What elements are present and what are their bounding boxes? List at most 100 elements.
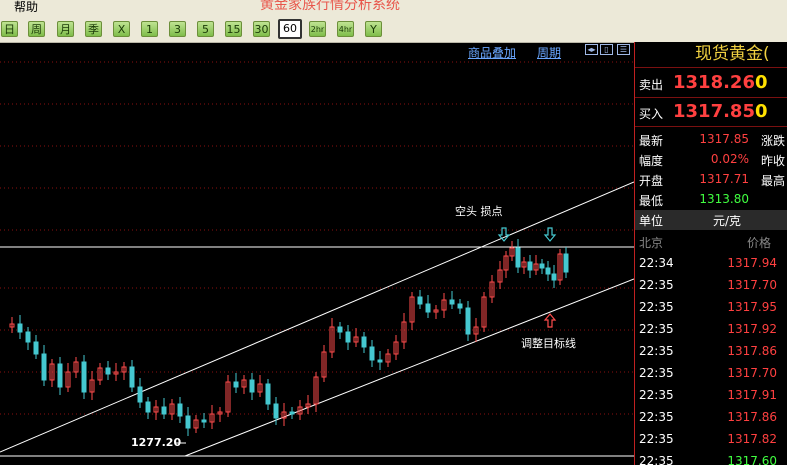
tick-time: 22:35 [639, 300, 674, 314]
candle-body [41, 353, 47, 381]
down-arrow-icon-2 [543, 227, 557, 242]
candle-body [425, 303, 431, 313]
quote-value: 1317.85 [699, 132, 749, 146]
period-3-button[interactable]: 3 [169, 21, 186, 37]
candle-body [265, 383, 271, 405]
candle-body [449, 299, 455, 305]
candle-body [417, 296, 423, 305]
tick-time: 22:35 [639, 322, 674, 336]
buy-label: 买入 [639, 107, 664, 121]
quote-key: 最新 [639, 134, 664, 148]
buy-row[interactable]: 买入 1317.85 0 [635, 98, 787, 127]
tick-price: 1317.86 [727, 410, 777, 424]
sell-qty: 0 [755, 72, 768, 93]
candle-body [361, 336, 367, 348]
menu-help[interactable]: 帮助 [14, 0, 38, 14]
buy-qty: 0 [755, 101, 768, 122]
tick-row: 22:35 1317.60 [635, 451, 787, 465]
quote-row: 最新 1317.85 涨跌 [635, 130, 787, 150]
tick-row: 22:35 1317.91 [635, 385, 787, 407]
nav-split-icon[interactable]: ▯ [600, 44, 613, 55]
tick-time-header: 北京 [639, 236, 664, 250]
quote-key-2: 涨跌 [761, 134, 786, 148]
tick-price: 1317.86 [727, 344, 777, 358]
tick-time: 22:35 [639, 344, 674, 358]
tick-row: 22:35 1317.70 [635, 363, 787, 385]
tick-row: 22:35 1317.86 [635, 407, 787, 429]
period-quarter-button[interactable]: 季 [85, 21, 102, 37]
period-day-button[interactable]: 日 [1, 21, 18, 37]
candle-body [233, 381, 239, 388]
tick-row: 22:35 1317.70 [635, 275, 787, 297]
candle-body [457, 303, 463, 309]
up-arrow-icon [543, 313, 557, 328]
menu-bar: 帮助 黄金家族行情分析系统 [0, 0, 787, 16]
period-5-button[interactable]: 5 [197, 21, 214, 37]
tick-price: 1317.60 [727, 454, 777, 465]
candle-body [33, 341, 39, 355]
period-30-button[interactable]: 30 [253, 21, 270, 37]
candle-body [377, 359, 383, 363]
period-1-button[interactable]: 1 [141, 21, 158, 37]
quote-key-2: 最高 [761, 174, 786, 188]
stop-loss-annotation: 空头 损点 [455, 205, 503, 218]
candle-body [545, 267, 551, 275]
candle-body [185, 415, 191, 429]
quote-row: 幅度 0.02% 昨收 [635, 150, 787, 170]
tick-row: 22:35 1317.82 [635, 429, 787, 451]
app-title: 黄金家族行情分析系统 [260, 0, 400, 13]
nav-menu-icon[interactable]: ☰ [617, 44, 630, 55]
period-15-button[interactable]: 15 [225, 21, 242, 37]
quote-value: 1313.80 [699, 192, 749, 206]
tick-price-header: 价格 [747, 236, 772, 250]
tick-time: 22:35 [639, 432, 674, 446]
candle-body [563, 253, 569, 273]
quote-key: 最低 [639, 194, 664, 208]
candle-body [249, 379, 255, 393]
period-4hr-button[interactable]: 4hr [337, 21, 354, 37]
tick-time: 22:35 [639, 366, 674, 380]
tick-price: 1317.94 [727, 256, 777, 270]
candlestick-chart[interactable] [0, 42, 634, 465]
quote-row: 最低 1313.80 [635, 190, 787, 210]
quote-panel: 现货黄金( 卖出 1318.26 0 买入 1317.85 0 最新 1317.8… [634, 42, 787, 465]
quote-value: 0.02% [710, 152, 749, 166]
candle-body [137, 386, 143, 403]
period-link[interactable]: 周期 [537, 44, 561, 61]
tick-row: 22:35 1317.92 [635, 319, 787, 341]
low-price-label: 1277.20 [131, 436, 182, 449]
tick-price: 1317.70 [727, 278, 777, 292]
quote-key: 幅度 [639, 154, 664, 168]
candle-body [81, 361, 87, 393]
tick-row: 22:35 1317.95 [635, 297, 787, 319]
sell-label: 卖出 [639, 78, 664, 92]
candle-body [539, 263, 545, 269]
period-60-button[interactable]: 60 [278, 19, 302, 39]
quote-key-2: 昨收 [761, 154, 786, 168]
period-2hr-button[interactable]: 2hr [309, 21, 326, 37]
candle-body [129, 366, 135, 388]
unit-label: 单位 [639, 214, 664, 228]
candle-body [551, 273, 557, 281]
tick-price: 1317.82 [727, 432, 777, 446]
nav-left-icon[interactable]: ◂▸ [585, 44, 598, 55]
tick-header: 北京 价格 [635, 232, 787, 252]
tick-price: 1317.95 [727, 300, 777, 314]
quote-row: 开盘 1317.71 最高 [635, 170, 787, 190]
candle-body [177, 403, 183, 417]
candle-body [337, 326, 343, 333]
tick-time: 22:35 [639, 278, 674, 292]
target-line-annotation: 调整目标线 [521, 337, 576, 350]
candle-body [105, 367, 111, 375]
tick-price: 1317.92 [727, 322, 777, 336]
period-week-button[interactable]: 周 [28, 21, 45, 37]
period-x-button[interactable]: X [113, 21, 130, 37]
overlay-link[interactable]: 商品叠加 [468, 44, 516, 61]
tick-row: 22:34 1317.94 [635, 253, 787, 275]
candle-body [515, 247, 521, 268]
buy-price: 1317.85 [673, 101, 755, 122]
tick-time: 22:35 [639, 410, 674, 424]
sell-row[interactable]: 卖出 1318.26 0 [635, 69, 787, 98]
period-month-button[interactable]: 月 [57, 21, 74, 37]
period-year-button[interactable]: Y [365, 21, 382, 37]
